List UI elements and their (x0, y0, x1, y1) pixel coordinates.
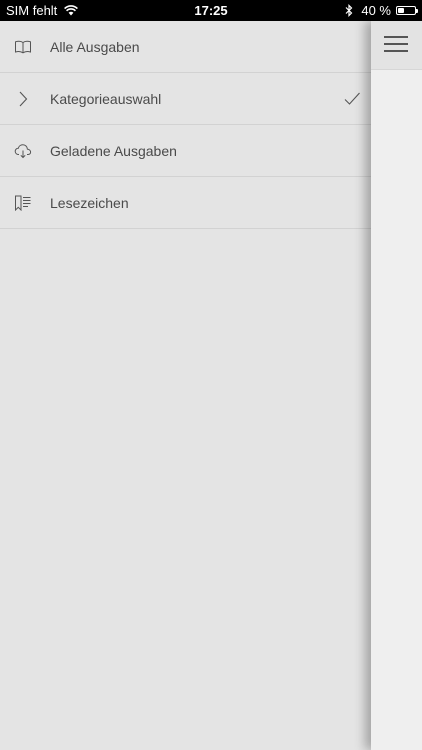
hamburger-line (384, 50, 408, 52)
menu-item-alle-ausgaben[interactable]: Alle Ausgaben (0, 21, 371, 73)
top-bar (371, 21, 422, 70)
cloud-download-icon (14, 142, 32, 160)
battery-fill (398, 8, 405, 13)
menu-item-label: Lesezeichen (50, 194, 129, 211)
battery-icon (396, 6, 418, 15)
checkmark-icon (343, 90, 361, 108)
status-bar: SIM fehlt 17:25 40 % (0, 0, 422, 21)
menu-item-label: Kategorieauswahl (50, 90, 162, 107)
battery-percent: 40 % (361, 3, 391, 18)
menu-item-label: Alle Ausgaben (50, 38, 140, 55)
hamburger-line (384, 43, 408, 45)
book-icon (14, 38, 32, 56)
hamburger-menu-icon[interactable] (384, 36, 408, 52)
menu-item-kategorieauswahl[interactable]: Kategorieauswahl (0, 73, 371, 125)
menu-item-geladene-ausgaben[interactable]: Geladene Ausgaben (0, 125, 371, 177)
hamburger-line (384, 36, 408, 38)
side-menu: Alle Ausgaben Kategorieauswahl Geladene … (0, 21, 371, 750)
status-right: 40 % (345, 0, 418, 21)
bookmark-list-icon (14, 194, 32, 212)
bluetooth-icon (345, 4, 353, 17)
chevron-right-icon (14, 90, 32, 108)
menu-item-lesezeichen[interactable]: Lesezeichen (0, 177, 371, 229)
menu-item-label: Geladene Ausgaben (50, 142, 177, 159)
main-content-panel[interactable] (371, 21, 422, 750)
